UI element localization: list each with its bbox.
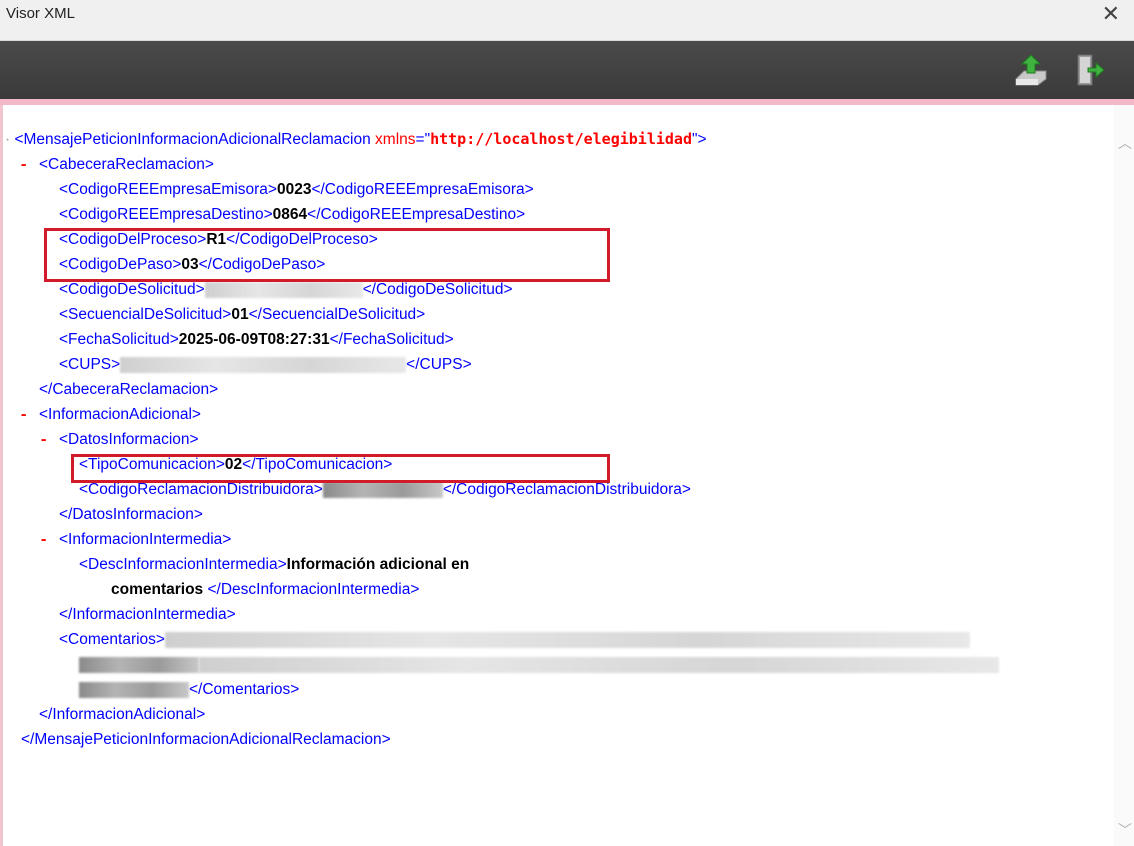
scroll-down-icon[interactable]: ﹀	[1118, 820, 1132, 840]
xml-line-inter-close: </InformacionIntermedia>	[59, 606, 236, 623]
xml-line-root-open: · <MensajePeticionInformacionAdicionalRe…	[5, 130, 707, 148]
xml-line-cabecera-close: </CabeceraReclamacion>	[39, 381, 219, 398]
xml-line-comentarios-redacted	[79, 652, 999, 677]
redacted-value	[322, 481, 443, 498]
export-icon[interactable]	[1012, 51, 1050, 89]
redacted-value	[164, 631, 970, 648]
redacted-value	[79, 681, 189, 698]
xml-line-info-close: </InformacionAdicional>	[39, 706, 206, 723]
close-icon[interactable]: ✕	[1102, 4, 1120, 26]
collapse-toggle[interactable]: -	[19, 153, 39, 178]
xml-line-datos-close: </DatosInformacion>	[59, 506, 203, 523]
redacted-value	[120, 356, 407, 373]
xml-line-emisora: <CodigoREEEmpresaEmisora>0023</CodigoREE…	[59, 181, 534, 198]
toolbar	[0, 41, 1134, 99]
highlight-box-tipo-comunicacion	[71, 454, 610, 483]
xml-line-root-close: </MensajePeticionInformacionAdicionalRec…	[21, 731, 391, 748]
collapse-toggle[interactable]: -	[39, 428, 59, 453]
scroll-up-icon[interactable]: ︿	[1118, 133, 1132, 153]
highlight-box-proceso-paso	[44, 228, 610, 282]
vertical-scrollbar[interactable]: ︿ ﹀	[1114, 105, 1134, 846]
window-titlebar: Visor XML ✕	[0, 0, 1134, 41]
collapse-toggle[interactable]: -	[39, 528, 59, 553]
xml-line-cups: <CUPS> </CUPS>	[59, 356, 472, 373]
xml-line-destino: <CodigoREEEmpresaDestino>0864</CodigoREE…	[59, 206, 526, 223]
exit-door-icon[interactable]	[1070, 51, 1108, 89]
xml-line-desc-1: <DescInformacionIntermedia>Información a…	[79, 556, 470, 573]
redacted-value	[79, 656, 199, 673]
window-title: Visor XML	[6, 5, 75, 22]
xml-line-inter-open[interactable]: - <InformacionIntermedia>	[39, 527, 231, 552]
xml-line-comentarios-open: <Comentarios>	[59, 627, 970, 652]
xml-line-comentarios-close: </Comentarios>	[79, 677, 299, 702]
xml-viewer[interactable]: · <MensajePeticionInformacionAdicionalRe…	[0, 105, 1134, 846]
redacted-value	[199, 656, 999, 673]
xml-line-cabecera-open[interactable]: - <CabeceraReclamacion>	[19, 152, 214, 177]
xml-line-info-open[interactable]: - <InformacionAdicional>	[19, 402, 201, 427]
xml-line-secuencial: <SecuencialDeSolicitud>01</SecuencialDeS…	[59, 306, 426, 323]
xml-line-desc-2: comentarios </DescInformacionIntermedia>	[111, 581, 420, 598]
xml-line-fecha: <FechaSolicitud>2025-06-09T08:27:31</Fec…	[59, 331, 454, 348]
collapse-toggle[interactable]: -	[19, 403, 39, 428]
redacted-value	[204, 281, 363, 298]
xml-line-datos-open[interactable]: - <DatosInformacion>	[39, 427, 199, 452]
